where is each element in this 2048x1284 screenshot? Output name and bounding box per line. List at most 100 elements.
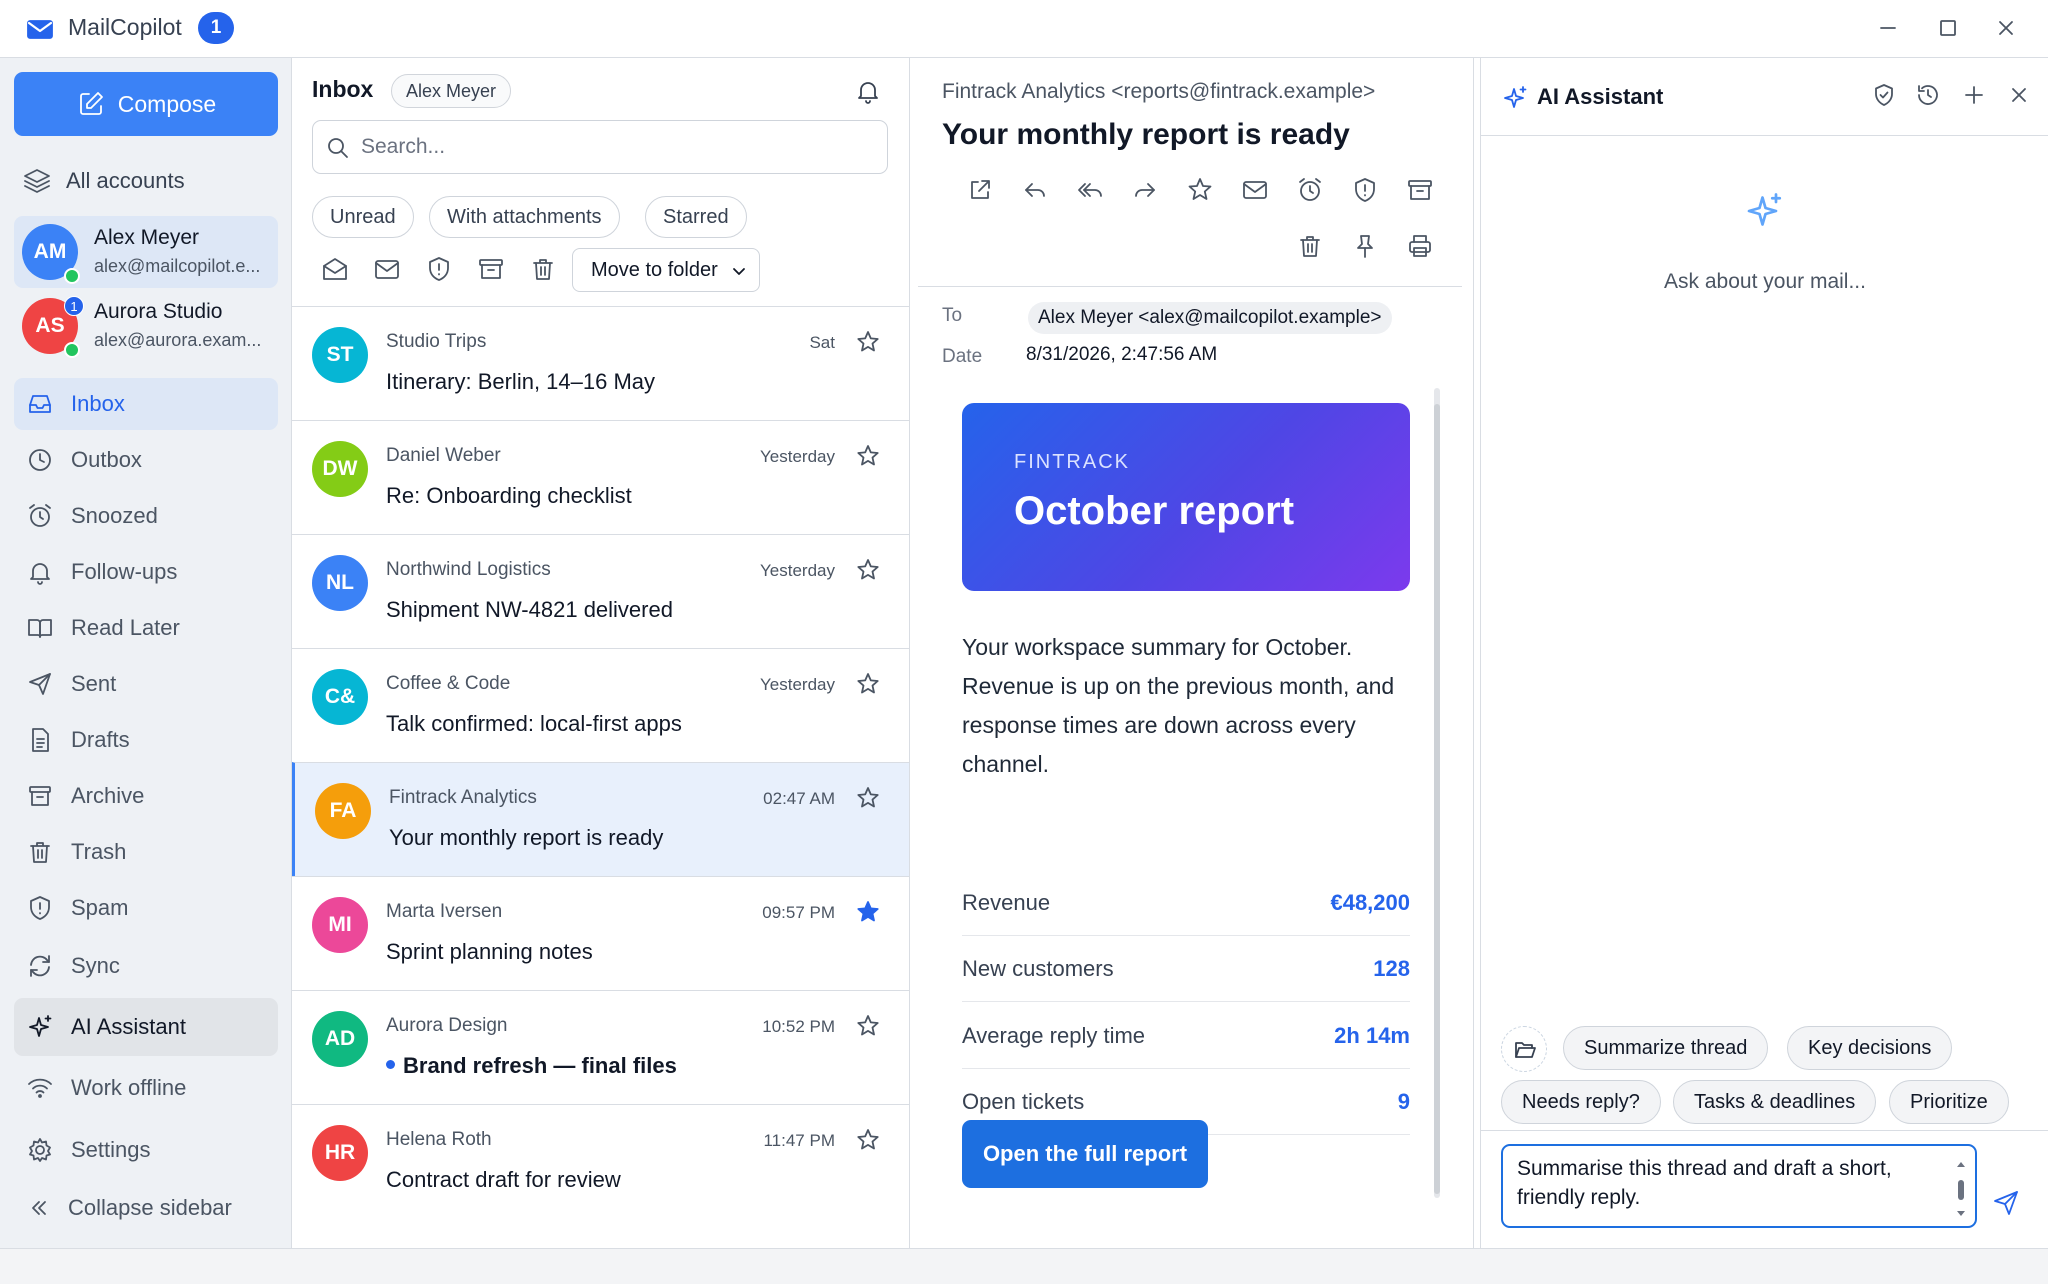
message-row[interactable]: AD Aurora Design 10:52 PM Brand refresh — f… bbox=[292, 990, 909, 1104]
attach-context-button[interactable] bbox=[1501, 1026, 1547, 1072]
star-icon[interactable] bbox=[855, 1013, 881, 1039]
open-external-icon[interactable] bbox=[966, 176, 994, 204]
message-list-pane: Inbox Alex Meyer Unread With attachments… bbox=[292, 58, 910, 1248]
suggestion-needs-reply[interactable]: Needs reply? bbox=[1501, 1080, 1661, 1124]
star-icon[interactable] bbox=[1186, 176, 1214, 204]
collapse-sidebar-button[interactable]: Collapse sidebar bbox=[14, 1182, 278, 1234]
message-row[interactable]: MI Marta Iversen 09:57 PM Sprint planning n… bbox=[292, 876, 909, 990]
alarm-icon bbox=[26, 502, 54, 530]
message-scrollbar-thumb[interactable] bbox=[1434, 404, 1440, 1194]
spam-shield-icon[interactable] bbox=[1351, 176, 1379, 204]
minimize-icon[interactable] bbox=[1874, 14, 1902, 42]
star-icon[interactable] bbox=[855, 329, 881, 355]
account-aurora-studio[interactable]: AS 1 Aurora Studio alex@aurora.exam... bbox=[14, 290, 278, 362]
ai-panel-title: AI Assistant bbox=[1537, 84, 1664, 109]
sidebar-item-drafts[interactable]: Drafts bbox=[14, 714, 278, 766]
message-sender: Coffee & Code bbox=[386, 673, 511, 694]
file-icon bbox=[26, 726, 54, 754]
online-status-dot bbox=[64, 268, 80, 284]
close-panel-icon[interactable] bbox=[2006, 82, 2032, 108]
stat-value: €48,200 bbox=[1330, 890, 1410, 915]
snooze-alarm-icon[interactable] bbox=[1296, 176, 1324, 204]
star-icon[interactable] bbox=[855, 1127, 881, 1153]
send-icon[interactable] bbox=[1991, 1188, 2021, 1218]
message-row[interactable]: DW Daniel Weber Yesterday Re: Onboarding ch… bbox=[292, 420, 909, 534]
sidebar-item-sent[interactable]: Sent bbox=[14, 658, 278, 710]
maximize-icon[interactable] bbox=[1934, 14, 1962, 42]
suggestion-summarize-thread[interactable]: Summarize thread bbox=[1563, 1026, 1769, 1070]
open-full-report-button[interactable]: Open the full report bbox=[962, 1120, 1208, 1188]
suggestion-key-decisions[interactable]: Key decisions bbox=[1787, 1026, 1953, 1070]
sidebar-item-read-later[interactable]: Read Later bbox=[14, 602, 278, 654]
ai-assistant-panel: AI Assistant Ask about your mail... Summ… bbox=[1480, 58, 2048, 1248]
report-summary: Your workspace summary for October. Reve… bbox=[962, 634, 1395, 777]
prompt-scrollbar[interactable] bbox=[1955, 1158, 1967, 1220]
delete-icon[interactable] bbox=[1296, 232, 1324, 260]
mark-unread-icon[interactable] bbox=[372, 254, 402, 284]
send-icon bbox=[26, 670, 54, 698]
sidebar-item-ai-assistant[interactable]: AI Assistant bbox=[14, 998, 278, 1056]
close-window-icon[interactable] bbox=[1992, 14, 2020, 42]
message-subject-line: Contract draft for review bbox=[386, 1167, 621, 1193]
compose-button[interactable]: Compose bbox=[14, 72, 278, 136]
sidebar-item-archive[interactable]: Archive bbox=[14, 770, 278, 822]
delete-icon[interactable] bbox=[528, 254, 558, 284]
filter-starred[interactable]: Starred bbox=[645, 196, 747, 238]
sidebar-item-work-offline[interactable]: Work offline bbox=[14, 1062, 278, 1114]
account-filter-chip[interactable]: Alex Meyer bbox=[391, 74, 512, 108]
message-row[interactable]: HR Helena Roth 11:47 PM Contract draft for … bbox=[292, 1104, 909, 1218]
star-icon[interactable] bbox=[855, 443, 881, 469]
sidebar-item-inbox[interactable]: Inbox bbox=[14, 378, 278, 430]
report-spam-icon[interactable] bbox=[424, 254, 454, 284]
suggestion-tasks-deadlines[interactable]: Tasks & deadlines bbox=[1673, 1080, 1877, 1124]
search-box[interactable] bbox=[312, 120, 888, 174]
new-chat-plus-icon[interactable] bbox=[1961, 82, 1987, 108]
star-icon[interactable] bbox=[855, 557, 881, 583]
message-row[interactable]: C& Coffee & Code Yesterday Talk confirmed: … bbox=[292, 648, 909, 762]
notifications-bell-icon[interactable] bbox=[854, 76, 882, 106]
recipient-chip[interactable]: Alex Meyer <alex@mailcopilot.example> bbox=[1028, 302, 1392, 334]
print-icon[interactable] bbox=[1406, 232, 1434, 260]
pin-icon[interactable] bbox=[1351, 232, 1379, 260]
suggestion-prioritize[interactable]: Prioritize bbox=[1889, 1080, 2009, 1124]
reply-icon[interactable] bbox=[1021, 176, 1049, 204]
mark-read-icon[interactable] bbox=[320, 254, 350, 284]
forward-icon[interactable] bbox=[1131, 176, 1159, 204]
date-label: Date bbox=[942, 346, 983, 367]
sidebar-item-follow-ups[interactable]: Follow-ups bbox=[14, 546, 278, 598]
account-name: Alex Meyer bbox=[94, 226, 200, 249]
sidebar-item-label: Spam bbox=[71, 895, 129, 920]
message-subject: Itinerary: Berlin, 14–16 May bbox=[386, 369, 656, 394]
message-row[interactable]: FA Fintrack Analytics 02:47 AM Your monthly… bbox=[292, 762, 909, 876]
stat-label: Average reply time bbox=[962, 1023, 1146, 1048]
move-to-folder-select[interactable]: Move to folder bbox=[572, 248, 760, 292]
account-email: alex@aurora.exam... bbox=[94, 330, 262, 350]
search-input[interactable] bbox=[361, 129, 871, 165]
reply-all-icon[interactable] bbox=[1076, 176, 1104, 204]
sidebar-item-settings[interactable]: Settings bbox=[14, 1124, 278, 1176]
filter-with-attachments[interactable]: With attachments bbox=[429, 196, 620, 238]
account-alex-meyer[interactable]: AM Alex Meyer alex@mailcopilot.e... bbox=[14, 216, 278, 288]
star-icon[interactable] bbox=[855, 785, 881, 811]
avatar: NL bbox=[312, 555, 368, 611]
header-divider bbox=[918, 286, 1462, 287]
sidebar-item-trash[interactable]: Trash bbox=[14, 826, 278, 878]
mark-unread-icon[interactable] bbox=[1241, 176, 1269, 204]
sidebar-item-label: Trash bbox=[71, 839, 127, 864]
history-icon[interactable] bbox=[1915, 82, 1941, 108]
all-accounts[interactable]: All accounts bbox=[22, 166, 185, 196]
filter-unread[interactable]: Unread bbox=[312, 196, 414, 238]
ai-prompt-input[interactable]: Summarise this thread and draft a short,… bbox=[1501, 1144, 1977, 1228]
message-row[interactable]: ST Studio Trips Sat Itinerary: Berlin, 14–1… bbox=[292, 306, 909, 420]
archive-icon[interactable] bbox=[476, 254, 506, 284]
sidebar-item-snoozed[interactable]: Snoozed bbox=[14, 490, 278, 542]
star-filled-icon[interactable] bbox=[855, 899, 881, 925]
sidebar-item-spam[interactable]: Spam bbox=[14, 882, 278, 934]
privacy-shield-icon[interactable] bbox=[1871, 82, 1897, 108]
star-icon[interactable] bbox=[855, 671, 881, 697]
sidebar-item-outbox[interactable]: Outbox bbox=[14, 434, 278, 486]
message-row[interactable]: NL Northwind Logistics Yesterday Shipment N… bbox=[292, 534, 909, 648]
sidebar-item-sync[interactable]: Sync bbox=[14, 940, 278, 992]
bell-icon bbox=[26, 558, 54, 586]
archive-icon[interactable] bbox=[1406, 176, 1434, 204]
